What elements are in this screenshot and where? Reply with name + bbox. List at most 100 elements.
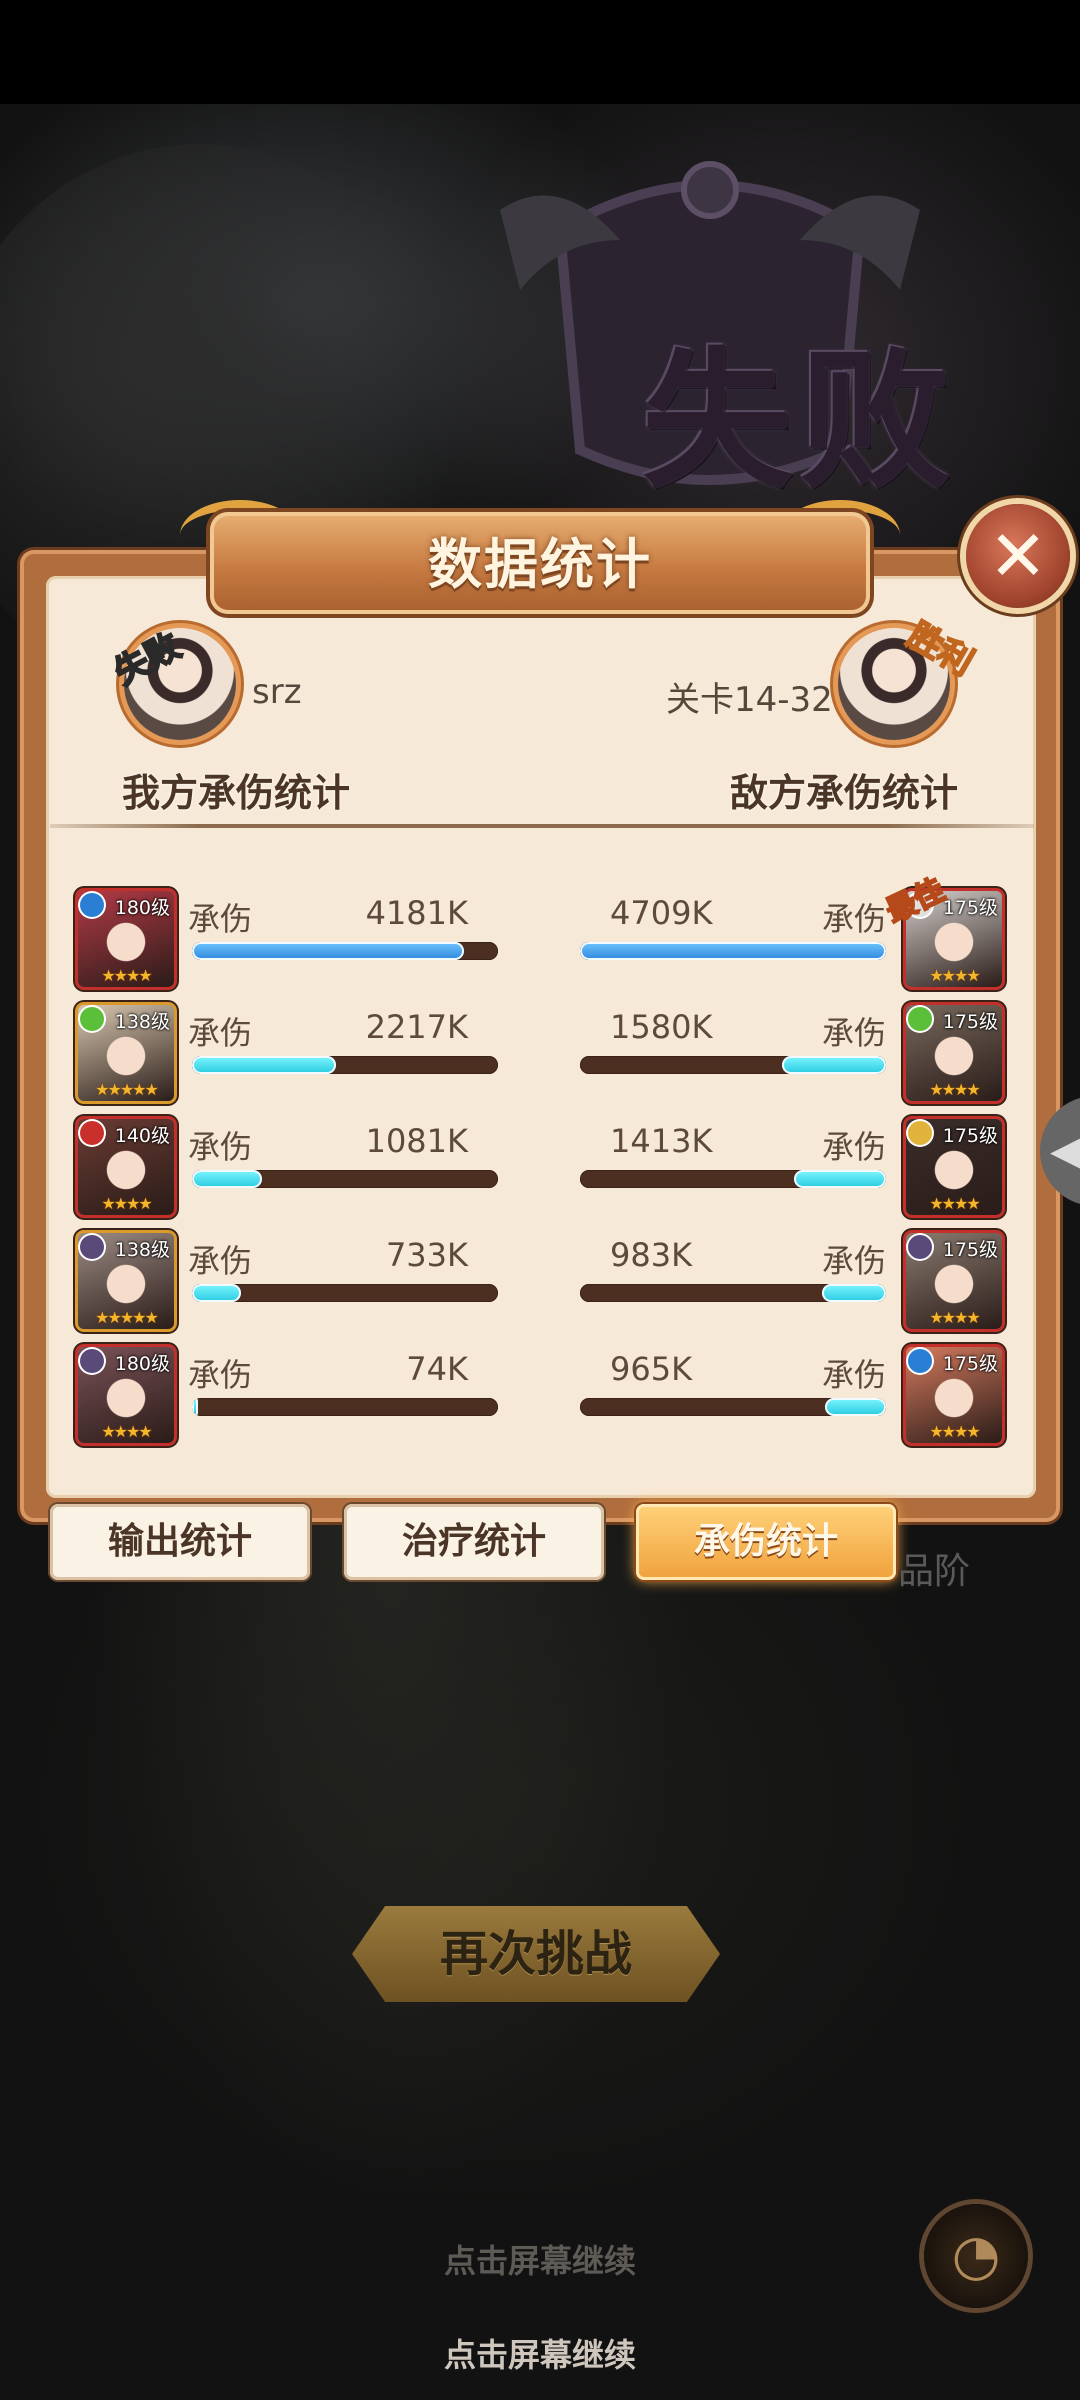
ally-damage-taken-label: 承伤 bbox=[188, 1356, 253, 1394]
ally-damage-bar-fill bbox=[192, 1398, 199, 1416]
tab-label: 治疗统计 bbox=[401, 1521, 546, 1562]
ally-hero-avatar[interactable]: 138级 ★★★★★ bbox=[78, 1233, 174, 1329]
enemy-damage-taken-value: 1580K bbox=[610, 1008, 713, 1046]
ally-damage-taken-value: 2217K bbox=[365, 1008, 468, 1046]
element-icon bbox=[80, 1121, 104, 1145]
ally-hero-avatar[interactable]: 180级 ★★★★ bbox=[78, 891, 174, 987]
ally-damage-taken-label: 承伤 bbox=[188, 900, 253, 938]
tab-healing[interactable]: 治疗统计 bbox=[344, 1504, 604, 1580]
ally-damage-bar-fill bbox=[192, 1056, 336, 1074]
enemy-damage-taken-label: 承伤 bbox=[822, 1014, 887, 1052]
close-button[interactable]: ✕ bbox=[966, 504, 1070, 608]
enemy-hero-avatar[interactable]: 175级 ★★★★ bbox=[906, 1119, 1002, 1215]
hero-stars: ★★★★ bbox=[101, 1194, 152, 1213]
ally-damage-taken-label: 承伤 bbox=[188, 1242, 253, 1280]
ally-damage-taken-value: 733K bbox=[385, 1236, 468, 1274]
element-icon bbox=[80, 893, 104, 917]
enemy-damage-bar-fill bbox=[580, 942, 886, 960]
hero-stars: ★★★★ bbox=[101, 1422, 152, 1441]
tab-damage-output[interactable]: 输出统计 bbox=[50, 1504, 310, 1580]
hero-level: 175级 bbox=[942, 1011, 998, 1033]
quality-label: 品阶 bbox=[898, 1551, 971, 1592]
stats-button[interactable]: ◔ bbox=[924, 2204, 1028, 2308]
hero-stars: ★★★★ bbox=[929, 1080, 980, 1099]
table-row: 138级 ★★★★★ 承伤 733K 983K 承伤 175级 ★★★★ bbox=[0, 1228, 1080, 1338]
ally-damage-bar-fill bbox=[192, 1284, 241, 1302]
table-row: 138级 ★★★★★ 承伤 2217K 1580K 承伤 175级 ★★★★ bbox=[0, 1000, 1080, 1110]
ally-damage-bar-fill bbox=[192, 1170, 263, 1188]
enemy-damage-taken-value: 4709K bbox=[610, 894, 713, 932]
ally-damage-bar bbox=[192, 1284, 498, 1302]
enemy-damage-taken-label: 承伤 bbox=[822, 1242, 887, 1280]
hero-stars: ★★★★ bbox=[929, 1194, 980, 1213]
enemy-hero-avatar[interactable]: 175级 ★★★★ bbox=[906, 1347, 1002, 1443]
table-row: 140级 ★★★★ 承伤 1081K 1413K 承伤 175级 ★★★★ bbox=[0, 1114, 1080, 1224]
ally-damage-taken-label: 承伤 bbox=[188, 1014, 253, 1052]
element-icon bbox=[908, 1121, 932, 1145]
enemy-damage-taken-label: 承伤 bbox=[822, 900, 887, 938]
element-icon bbox=[80, 1235, 104, 1259]
enemy-damage-bar bbox=[580, 1056, 886, 1074]
hero-level: 175级 bbox=[942, 1353, 998, 1375]
ally-damage-taken-value: 1081K bbox=[365, 1122, 468, 1160]
tab-label: 输出统计 bbox=[107, 1521, 252, 1562]
ally-damage-taken-label: 承伤 bbox=[188, 1128, 253, 1166]
enemy-damage-taken-label: 承伤 bbox=[822, 1128, 887, 1166]
ally-damage-bar bbox=[192, 942, 498, 960]
player-name: srz bbox=[252, 672, 302, 712]
enemy-damage-taken-value: 965K bbox=[610, 1350, 693, 1388]
ally-damage-taken-value: 4181K bbox=[365, 894, 468, 932]
hero-level: 180级 bbox=[114, 1353, 170, 1375]
tab-label: 承伤统计 bbox=[693, 1521, 838, 1562]
header-divider bbox=[50, 824, 1034, 828]
enemy-damage-bar-fill bbox=[781, 1056, 886, 1074]
element-icon bbox=[908, 1349, 932, 1373]
hero-level: 180级 bbox=[114, 897, 170, 919]
enemy-damage-bar-fill bbox=[794, 1170, 886, 1188]
table-row: 180级 ★★★★ 承伤 4181K 4709K 承伤 175级 ★★★★ 最佳 bbox=[0, 872, 1080, 996]
ally-hero-avatar[interactable]: 140级 ★★★★ bbox=[78, 1119, 174, 1215]
hero-level: 175级 bbox=[942, 897, 998, 919]
hero-stars: ★★★★ bbox=[929, 1422, 980, 1441]
element-icon bbox=[80, 1007, 104, 1031]
retry-button[interactable]: 再次挑战 bbox=[352, 1906, 720, 2002]
hero-stars: ★★★★ bbox=[101, 966, 152, 985]
table-row: 180级 ★★★★ 承伤 74K 965K 承伤 175级 ★★★★ bbox=[0, 1342, 1080, 1452]
enemy-damage-bar bbox=[580, 942, 886, 960]
enemy-damage-taken-value: 1413K bbox=[610, 1122, 713, 1160]
enemy-stage-name: 关卡14-32 bbox=[666, 680, 833, 720]
hero-level: 140级 bbox=[114, 1125, 170, 1147]
tab-damage-taken[interactable]: 承伤统计 bbox=[636, 1504, 896, 1580]
enemy-section-title: 敌方承伤统计 bbox=[730, 771, 959, 815]
hero-stars: ★★★★★ bbox=[95, 1308, 159, 1327]
enemy-hero-avatar[interactable]: 175级 ★★★★ bbox=[906, 1005, 1002, 1101]
ally-damage-bar bbox=[192, 1056, 498, 1074]
enemy-damage-taken-value: 983K bbox=[610, 1236, 693, 1274]
defeat-title: 失败 bbox=[641, 335, 958, 509]
hero-stars: ★★★★★ bbox=[95, 1080, 159, 1099]
element-icon bbox=[80, 1349, 104, 1373]
ally-hero-avatar[interactable]: 138级 ★★★★★ bbox=[78, 1005, 174, 1101]
ally-damage-bar bbox=[192, 1398, 498, 1416]
panel-title: 数据统计 bbox=[428, 533, 652, 596]
hero-level: 138级 bbox=[114, 1239, 170, 1261]
status-bar-area bbox=[0, 0, 1080, 104]
enemy-damage-bar bbox=[580, 1398, 886, 1416]
enemy-damage-bar-fill bbox=[824, 1398, 886, 1416]
pie-chart-icon: ◔ bbox=[951, 2223, 1001, 2288]
enemy-damage-bar bbox=[580, 1170, 886, 1188]
chevron-left-icon: ◀ bbox=[1050, 1128, 1080, 1174]
enemy-damage-bar-fill bbox=[821, 1284, 886, 1302]
continue-hint-faded[interactable]: 点击屏幕继续 bbox=[0, 2236, 1080, 2282]
ally-section-title: 我方承伤统计 bbox=[122, 771, 351, 815]
ally-hero-avatar[interactable]: 180级 ★★★★ bbox=[78, 1347, 174, 1443]
ally-damage-bar-fill bbox=[192, 942, 465, 960]
continue-hint[interactable]: 点击屏幕继续 bbox=[0, 2330, 1080, 2376]
ally-damage-taken-value: 74K bbox=[406, 1350, 468, 1388]
hero-stars: ★★★★ bbox=[929, 1308, 980, 1327]
ally-damage-bar bbox=[192, 1170, 498, 1188]
enemy-hero-avatar[interactable]: 175级 ★★★★ bbox=[906, 1233, 1002, 1329]
close-icon: ✕ bbox=[988, 515, 1048, 597]
hero-level: 175级 bbox=[942, 1125, 998, 1147]
element-icon bbox=[908, 1007, 932, 1031]
